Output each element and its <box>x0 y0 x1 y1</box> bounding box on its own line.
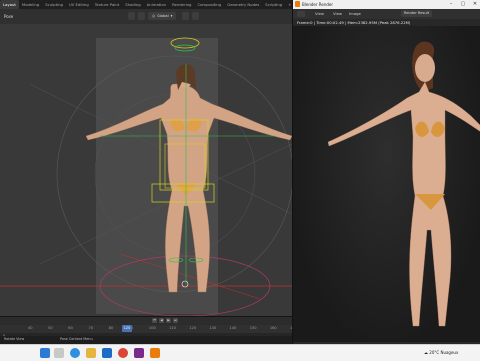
app-icon[interactable] <box>134 348 144 358</box>
file-explorer-icon[interactable] <box>86 348 96 358</box>
edge-icon[interactable] <box>70 348 80 358</box>
workspace-tab[interactable]: Texture Paint <box>92 0 123 9</box>
blender-logo-icon <box>295 1 300 7</box>
menu-view[interactable]: View <box>315 11 324 16</box>
render-info-text: Frame:0 | Time:00:02.49 | Mem:2382.95M (… <box>297 20 411 25</box>
mode-label[interactable]: Pose <box>4 14 13 19</box>
timeline-tick-label: 150 <box>249 326 257 330</box>
timeline-tick-label: 80 <box>108 326 114 330</box>
render-window-titlebar[interactable]: Blender Render – ▢ ✕ <box>293 0 480 9</box>
face-shape <box>415 54 435 82</box>
minimize-icon[interactable]: – <box>445 0 457 9</box>
timeline-tick-label: 110 <box>169 326 176 330</box>
chevron-down-icon: ▾ <box>170 14 173 18</box>
editor-type-icon[interactable] <box>297 11 305 17</box>
workspace-tabs: Layout Modeling Sculpting UV Editing Texture… <box>0 0 292 9</box>
workspace-tab[interactable]: Sculpting <box>42 0 66 9</box>
chrome-icon[interactable] <box>118 348 128 358</box>
play-button[interactable]: ▶ <box>166 318 171 323</box>
status-bar: Rotate View Pose Context Menu <box>0 336 292 344</box>
timeline-tick-label: 140 <box>229 326 237 330</box>
maximize-icon[interactable]: ▢ <box>457 0 469 9</box>
timeline-tick-label: 40 <box>28 326 33 330</box>
timeline-tick-label: 120 <box>189 326 197 330</box>
character-model <box>85 64 292 293</box>
viewport-scene <box>0 37 292 316</box>
viewport-header: Pose ◎ Global ▾ <box>0 9 292 25</box>
weather-text: Nuageux <box>440 350 459 355</box>
menu-view-2[interactable]: View <box>333 11 342 16</box>
cloud-icon: ☁ <box>424 350 428 355</box>
status-mouse-hint: Rotate View <box>4 337 25 341</box>
timeline-tick-label: 60 <box>68 326 73 330</box>
timeline-tick-label: 100 <box>148 326 156 330</box>
red-rig-line <box>119 253 261 300</box>
windows-taskbar: ☁ 20°C Nuageux <box>0 344 480 361</box>
workspace-tab[interactable]: UV Editing <box>66 0 92 9</box>
timeline-tick-label: 130 <box>209 326 217 330</box>
start-icon[interactable] <box>40 348 50 358</box>
workspace-tab[interactable]: Scripting <box>262 0 285 9</box>
workspace-tab[interactable]: Geometry Nodes <box>224 0 262 9</box>
search-icon[interactable] <box>54 348 64 358</box>
jump-start-button[interactable]: ⏮ <box>152 318 157 323</box>
falloff-button[interactable] <box>192 12 199 20</box>
blender-taskbar-icon[interactable] <box>150 348 160 358</box>
close-icon[interactable]: ✕ <box>469 0 480 9</box>
render-window-title: Blender Render <box>302 2 334 7</box>
playback-controls: ⏮ ◀ ▶ ⏭ <box>0 317 292 325</box>
playhead[interactable]: 120 <box>122 325 132 332</box>
menu-image[interactable]: Image <box>349 11 361 16</box>
transform-pivot-button[interactable] <box>128 12 135 20</box>
workspace-tab[interactable]: Rendering <box>169 0 194 9</box>
blender-main-window: Layout Modeling Sculpting UV Editing Texture… <box>0 0 297 345</box>
timeline-tick-label: 50 <box>48 326 53 330</box>
globe-icon: ◎ <box>152 14 156 18</box>
render-slot-dropdown[interactable]: Render Result <box>401 10 433 17</box>
proportional-edit-button[interactable] <box>182 12 189 20</box>
3d-viewport[interactable] <box>0 24 292 316</box>
weather-widget[interactable]: ☁ 20°C Nuageux <box>424 350 458 355</box>
image-editor-header: View View Image Render Result <box>293 9 480 19</box>
timeline-tick-label: 160 <box>269 326 277 330</box>
mail-icon[interactable] <box>102 348 112 358</box>
snap-button[interactable] <box>138 12 145 20</box>
orientation-dropdown[interactable]: ◎ Global ▾ <box>148 12 177 20</box>
workspace-tab[interactable]: Modeling <box>19 0 42 9</box>
head-control <box>170 37 200 49</box>
guide-line <box>29 83 292 215</box>
status-context-hint: Pose Context Menu <box>60 337 93 341</box>
orientation-label: Global <box>157 14 169 18</box>
render-window: Blender Render – ▢ ✕ View View Image Ren… <box>292 0 480 344</box>
timeline-ruler[interactable]: 0 405060708090100110120130140150160170 <box>0 325 297 338</box>
workspace-tab[interactable]: Animation <box>144 0 169 9</box>
body-shape <box>327 81 480 327</box>
rendered-character <box>327 41 480 327</box>
play-reverse-button[interactable]: ◀ <box>159 318 164 323</box>
workspace-tab[interactable]: Compositing <box>194 0 224 9</box>
render-result-canvas[interactable] <box>293 26 480 342</box>
workspace-tab[interactable]: Shading <box>122 0 143 9</box>
weather-temp: 20°C <box>429 350 440 355</box>
timeline-tick-label: 70 <box>88 326 94 330</box>
jump-end-button[interactable]: ⏭ <box>173 318 178 323</box>
workspace-tab[interactable]: Layout <box>0 0 19 9</box>
